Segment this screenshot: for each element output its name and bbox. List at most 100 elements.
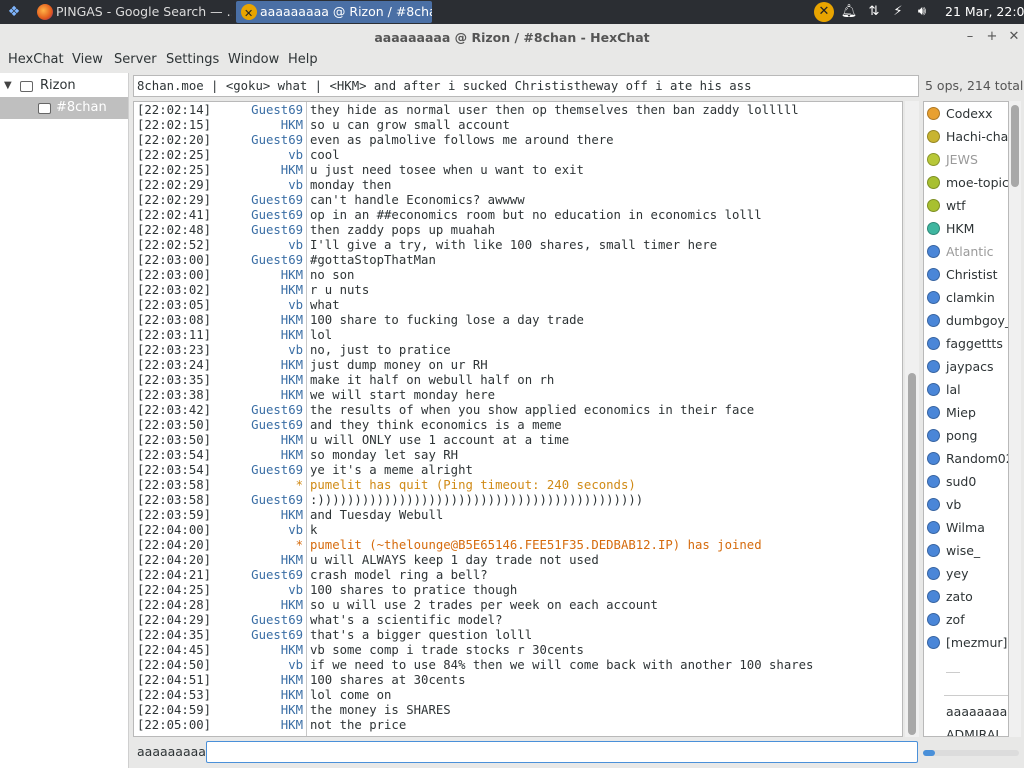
message-nick[interactable]: Guest69 — [134, 568, 303, 583]
tree-channel-8chan[interactable]: #8chan — [0, 97, 128, 119]
bell-icon[interactable]: 🔔︎ — [839, 2, 859, 22]
message-nick[interactable]: vb — [134, 178, 303, 193]
userlist-button[interactable]: ADMIRAL_H — [946, 727, 1008, 736]
message-input[interactable] — [206, 741, 918, 763]
message-nick[interactable]: * — [134, 538, 303, 553]
message-nick[interactable]: HKM — [134, 373, 303, 388]
message-nick[interactable]: HKM — [134, 313, 303, 328]
message-nick[interactable]: HKM — [134, 598, 303, 613]
menu-help[interactable]: Help — [288, 52, 318, 67]
chat-log[interactable]: [22:02:14] Guest69 they hide as normal use… — [133, 101, 903, 737]
message-nick[interactable]: HKM — [134, 163, 303, 178]
menu-view[interactable]: View — [72, 52, 103, 67]
message-nick[interactable]: HKM — [134, 718, 303, 733]
user-entry[interactable]: zato — [924, 585, 1008, 608]
message-nick[interactable]: Guest69 — [134, 133, 303, 148]
expand-arrow-icon[interactable]: ▼ — [4, 75, 12, 97]
user-entry[interactable]: dumbgoy_ — [924, 309, 1008, 332]
user-entry[interactable]: Miep — [924, 401, 1008, 424]
message-nick[interactable]: Guest69 — [134, 628, 303, 643]
user-entry[interactable]: JEWS — [924, 148, 1008, 171]
clock[interactable]: 21 Mar, 22:05 — [945, 0, 1024, 24]
message-nick[interactable]: HKM — [134, 433, 303, 448]
user-entry[interactable]: vb — [924, 493, 1008, 516]
user-list[interactable]: Codexx Hachi-cha JEWS moe-topic wtf HKM Atlant… — [923, 101, 1009, 737]
power-icon[interactable]: ⚡︎ — [888, 2, 908, 22]
message-nick[interactable]: Guest69 — [134, 193, 303, 208]
maximize-icon[interactable]: + — [983, 28, 1001, 46]
user-status-icon — [927, 222, 940, 235]
menu-hexchat[interactable]: HexChat — [8, 52, 64, 67]
message-nick[interactable]: HKM — [134, 283, 303, 298]
menu-settings[interactable]: Settings — [166, 52, 219, 67]
topic-bar[interactable]: 8chan.moe | <goku> what | <HKM> and afte… — [133, 75, 919, 97]
taskbar-task-firefox[interactable]: PINGAS - Google Search — ... — [32, 1, 232, 23]
volume-icon[interactable]: 🔊︎ — [912, 2, 932, 22]
user-entry[interactable]: wise_ — [924, 539, 1008, 562]
message-nick[interactable]: HKM — [134, 448, 303, 463]
user-entry[interactable]: Atlantic — [924, 240, 1008, 263]
message-nick[interactable]: HKM — [134, 673, 303, 688]
userlist-scrollbar[interactable] — [1009, 101, 1021, 737]
message-nick[interactable]: Guest69 — [134, 613, 303, 628]
menu-server[interactable]: Server — [114, 52, 157, 67]
user-entry[interactable]: sud0 — [924, 470, 1008, 493]
window-titlebar[interactable]: aaaaaaaaa @ Rizon / #8chan - HexChat – +… — [0, 24, 1024, 50]
userlist-button[interactable]: aaaaaaaaa — [946, 704, 1008, 719]
user-entry[interactable]: faggettts — [924, 332, 1008, 355]
message-nick[interactable]: vb — [134, 343, 303, 358]
message-nick[interactable]: Guest69 — [134, 253, 303, 268]
chat-scrollbar-thumb[interactable] — [908, 373, 916, 735]
message-nick[interactable]: * — [134, 478, 303, 493]
message-nick[interactable]: HKM — [134, 643, 303, 658]
message-nick[interactable]: vb — [134, 523, 303, 538]
message-nick[interactable]: Guest69 — [134, 463, 303, 478]
close-icon[interactable]: ✕ — [1005, 28, 1023, 46]
user-entry[interactable]: jaypacs — [924, 355, 1008, 378]
user-entry[interactable]: HKM — [924, 217, 1008, 240]
user-entry[interactable]: moe-topic — [924, 171, 1008, 194]
user-entry[interactable]: clamkin — [924, 286, 1008, 309]
user-entry[interactable]: wtf — [924, 194, 1008, 217]
network-icon[interactable]: ⇅ — [864, 2, 884, 22]
taskbar-task-hexchat[interactable]: aaaaaaaaa @ Rizon / #8cha... — [236, 1, 432, 23]
message-nick[interactable]: HKM — [134, 388, 303, 403]
message-nick[interactable]: HKM — [134, 268, 303, 283]
message-nick[interactable]: vb — [134, 238, 303, 253]
user-entry[interactable]: [mezmur] — [924, 631, 1008, 654]
user-entry[interactable]: zof — [924, 608, 1008, 631]
message-nick[interactable]: vb — [134, 148, 303, 163]
user-entry[interactable]: Random024 — [924, 447, 1008, 470]
user-entry[interactable]: pong — [924, 424, 1008, 447]
minimize-icon[interactable]: – — [961, 28, 979, 46]
user-entry[interactable]: Wilma — [924, 516, 1008, 539]
message-nick[interactable]: Guest69 — [134, 403, 303, 418]
message-nick[interactable]: Guest69 — [134, 493, 303, 508]
user-entry[interactable]: yey — [924, 562, 1008, 585]
app-menu-icon[interactable]: ❖ — [4, 3, 24, 21]
message-nick[interactable]: HKM — [134, 358, 303, 373]
message-nick[interactable]: HKM — [134, 328, 303, 343]
message-nick[interactable]: HKM — [134, 703, 303, 718]
menu-window[interactable]: Window — [228, 52, 279, 67]
message-nick[interactable]: vb — [134, 658, 303, 673]
user-entry[interactable]: Hachi-cha — [924, 125, 1008, 148]
user-entry[interactable]: lal — [924, 378, 1008, 401]
chat-scrollbar[interactable] — [905, 101, 919, 737]
nick-button[interactable]: aaaaaaaaa — [137, 744, 206, 759]
message-nick[interactable]: HKM — [134, 688, 303, 703]
message-nick[interactable]: HKM — [134, 553, 303, 568]
message-nick[interactable]: vb — [134, 583, 303, 598]
hexchat-tray-icon[interactable]: ✕ — [814, 2, 834, 22]
message-nick[interactable]: Guest69 — [134, 208, 303, 223]
message-nick[interactable]: HKM — [134, 118, 303, 133]
tree-server-rizon[interactable]: ▼ Rizon — [0, 75, 128, 97]
message-nick[interactable]: Guest69 — [134, 103, 303, 118]
message-nick[interactable]: vb — [134, 298, 303, 313]
user-entry[interactable]: Christist — [924, 263, 1008, 286]
user-entry[interactable]: Codexx — [924, 102, 1008, 125]
message-nick[interactable]: HKM — [134, 508, 303, 523]
message-nick[interactable]: Guest69 — [134, 418, 303, 433]
message-nick[interactable]: Guest69 — [134, 223, 303, 238]
userlist-scrollbar-thumb[interactable] — [1011, 105, 1019, 187]
